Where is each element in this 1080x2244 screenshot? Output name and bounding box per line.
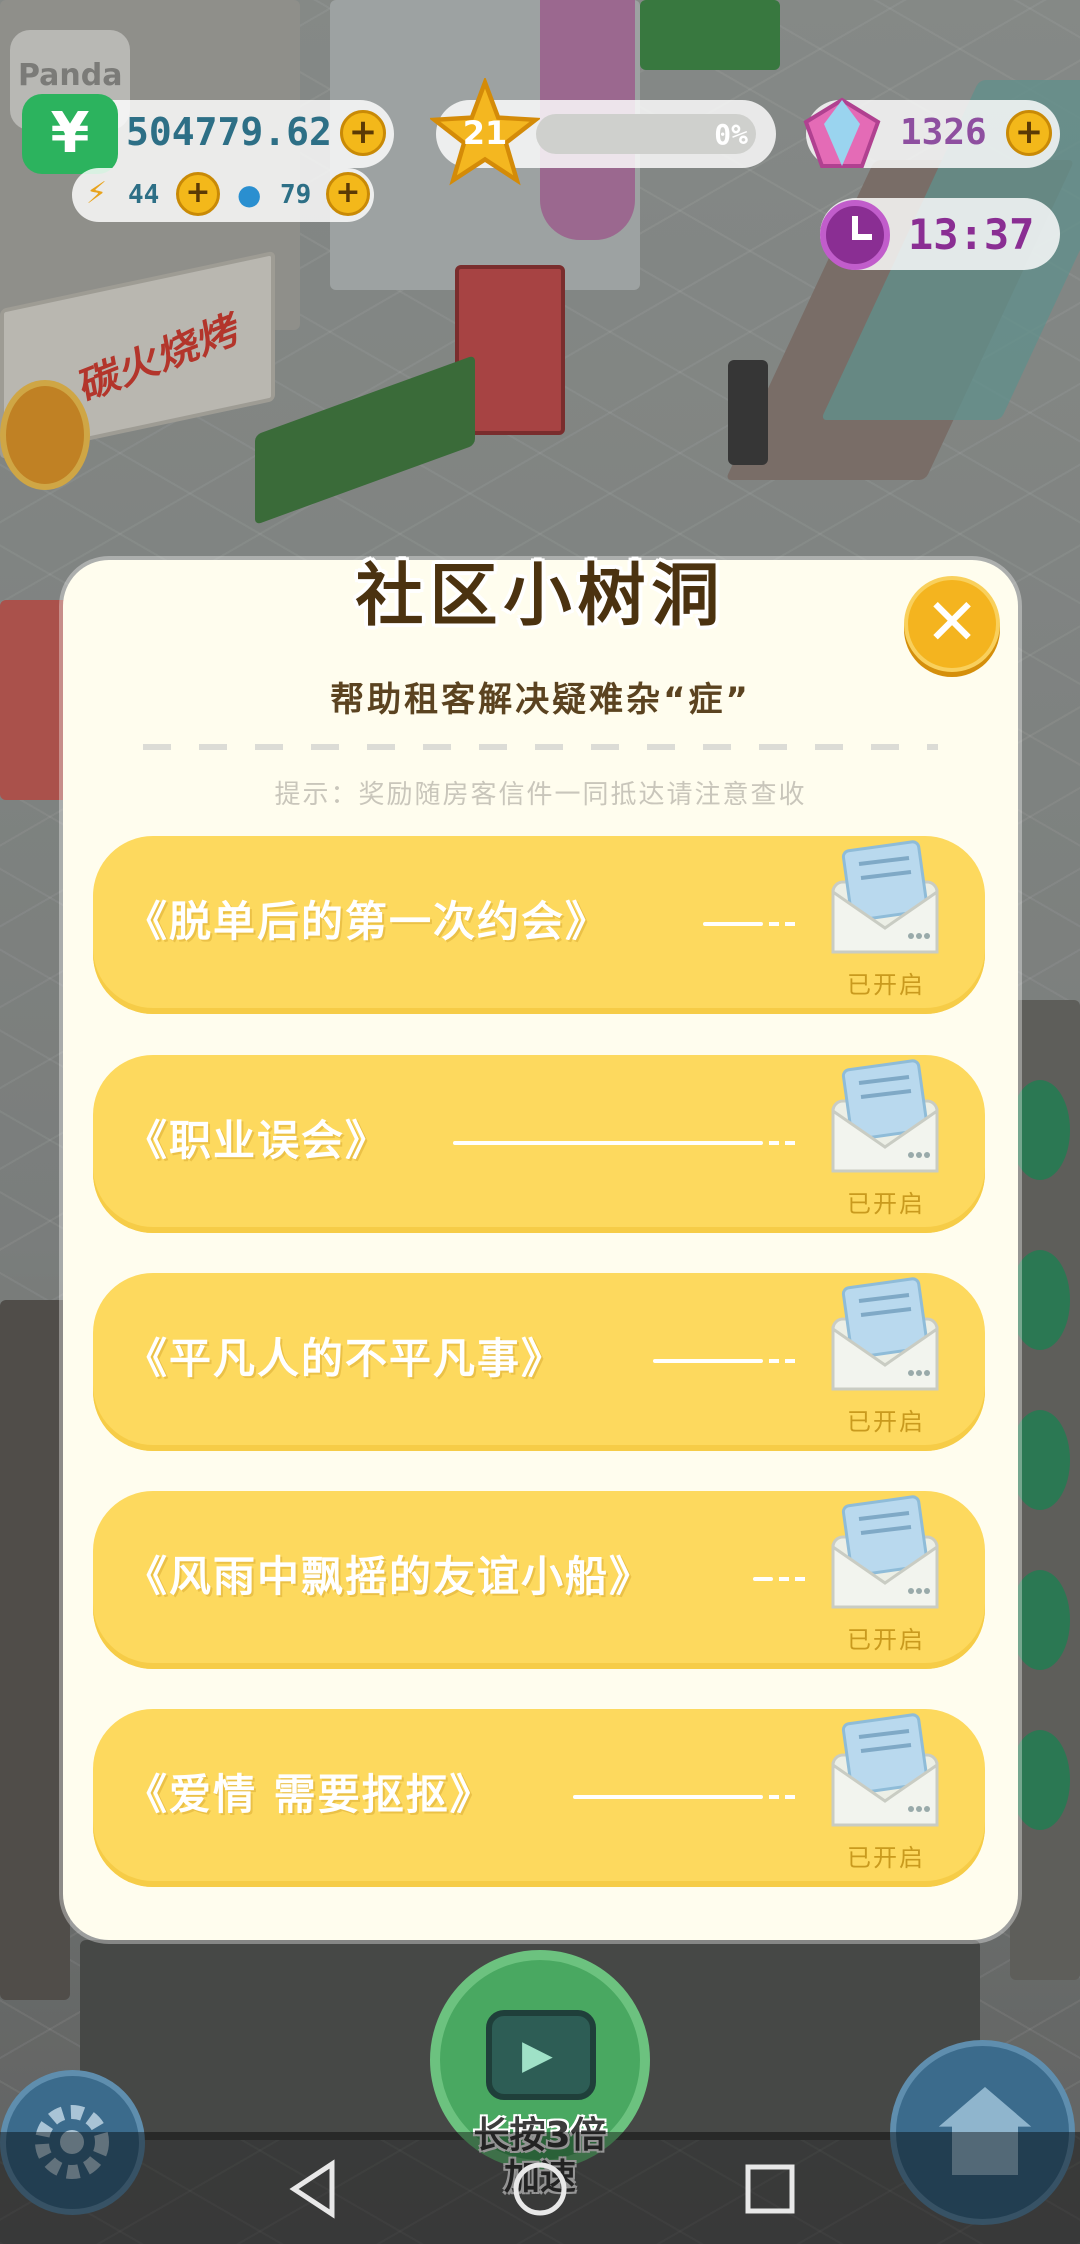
clock-icon: [820, 200, 890, 270]
envelope-icon: [831, 1713, 939, 1827]
envelope-icon: [831, 1495, 939, 1609]
back-icon[interactable]: [280, 2154, 350, 2224]
opened-status: 已开启: [847, 1626, 925, 1654]
level-star-icon: 21: [428, 76, 542, 188]
gem-icon: [800, 94, 884, 174]
letter-item[interactable]: 《职业误会》 已开启: [93, 1055, 985, 1233]
letter-dash: [703, 922, 797, 926]
tv-icon: ▶: [486, 2010, 596, 2100]
letter-title: 《风雨中飘摇的友谊小船》: [125, 1552, 654, 1601]
envelope-icon: [831, 1277, 939, 1391]
letter-item[interactable]: 《脱单后的第一次约会》 已开启: [93, 836, 985, 1014]
level-value: 21: [462, 114, 508, 152]
add-money-button[interactable]: +: [340, 110, 386, 156]
letter-dash: [653, 1359, 797, 1363]
letter-title: 《爱情 需要抠抠》: [125, 1770, 494, 1819]
water-drop-icon: ●: [237, 178, 262, 211]
letter-dash: [573, 1795, 797, 1799]
dialog-subtitle: 帮助租客解决疑难杂“症”: [330, 680, 751, 720]
opened-status: 已开启: [847, 971, 925, 999]
divider: [143, 744, 938, 750]
home-circle-icon[interactable]: [505, 2154, 575, 2224]
reward-hint: 提示：奖励随房客信件一同抵达请注意查收: [274, 780, 807, 810]
gem-value: 1326: [900, 112, 987, 153]
letter-title: 《职业误会》: [125, 1116, 390, 1165]
clock-bar: 13:37: [820, 198, 1060, 270]
gem-bar: 1326 +: [803, 97, 1060, 168]
letter-dash: [453, 1141, 797, 1145]
android-nav-bar: [0, 2132, 1080, 2244]
opened-status: 已开启: [847, 1844, 925, 1872]
tree-hole-dialog: 社区小树洞 ✕ 帮助租客解决疑难杂“症” 提示：奖励随房客信件一同抵达请注意查收…: [63, 557, 1018, 1940]
add-gems-button[interactable]: +: [1006, 110, 1052, 156]
clock-time: 13:37: [908, 210, 1035, 259]
money-icon: ¥: [22, 94, 118, 174]
money-value: 504779.62: [126, 110, 332, 154]
money-bar: ¥ 504779.62 +: [22, 94, 394, 174]
letter-title: 《脱单后的第一次约会》: [125, 897, 610, 946]
close-icon: ✕: [925, 586, 979, 660]
envelope-icon: [831, 840, 939, 954]
letter-item[interactable]: 《风雨中飘摇的友谊小船》 已开启: [93, 1491, 985, 1669]
envelope-icon: [831, 1059, 939, 1173]
recents-icon[interactable]: [735, 2154, 805, 2224]
water-value: 79: [280, 180, 312, 210]
opened-status: 已开启: [847, 1408, 925, 1436]
energy-icon: ⚡: [86, 176, 108, 211]
letter-item[interactable]: 《平凡人的不平凡事》 已开启: [93, 1273, 985, 1451]
xp-percent: 0%: [714, 118, 748, 151]
letter-dash: [753, 1577, 807, 1581]
add-water-button[interactable]: +: [326, 172, 370, 216]
add-energy-button[interactable]: +: [176, 172, 220, 216]
opened-status: 已开启: [847, 1190, 925, 1218]
level-bar: 21 0%: [428, 76, 776, 186]
energy-value: 44: [128, 180, 160, 210]
letter-title: 《平凡人的不平凡事》: [125, 1334, 566, 1383]
letter-item[interactable]: 《爱情 需要抠抠》 已开启: [93, 1709, 985, 1887]
dialog-title: 社区小树洞: [355, 557, 726, 636]
close-button[interactable]: ✕: [904, 576, 1000, 672]
resource-bar: ⚡ 44 + ● 79 +: [72, 168, 374, 222]
